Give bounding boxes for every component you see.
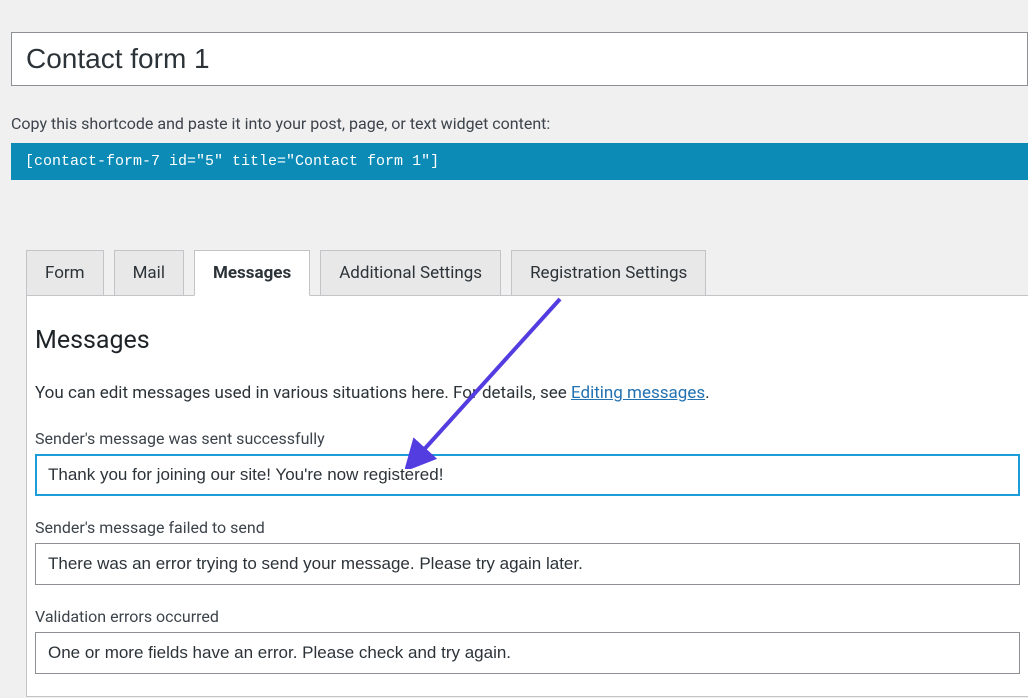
validation-message-label: Validation errors occurred: [35, 607, 1020, 626]
shortcode-display[interactable]: [contact-form-7 id="5" title="Contact fo…: [11, 143, 1028, 180]
panel-description: You can edit messages used in various si…: [35, 383, 1020, 403]
success-message-input[interactable]: [35, 454, 1020, 496]
failed-message-input[interactable]: [35, 543, 1020, 585]
tab-messages[interactable]: Messages: [194, 250, 310, 296]
panel-desc-suffix: .: [705, 383, 709, 403]
tab-additional-settings[interactable]: Additional Settings: [320, 250, 501, 296]
tab-registration-settings[interactable]: Registration Settings: [511, 250, 706, 296]
tab-form[interactable]: Form: [26, 250, 104, 296]
panel-desc-text: You can edit messages used in various si…: [35, 383, 571, 403]
tab-mail[interactable]: Mail: [114, 250, 184, 296]
tab-list: Form Mail Messages Additional Settings R…: [26, 250, 1028, 296]
panel-heading: Messages: [35, 326, 1020, 355]
success-message-label: Sender's message was sent successfully: [35, 429, 1020, 448]
shortcode-instruction: Copy this shortcode and paste it into yo…: [11, 114, 1028, 133]
failed-message-label: Sender's message failed to send: [35, 518, 1020, 537]
validation-message-input[interactable]: [35, 632, 1020, 674]
form-title-input[interactable]: [11, 32, 1028, 86]
messages-panel: Messages You can edit messages used in v…: [26, 295, 1028, 697]
editing-messages-link[interactable]: Editing messages: [571, 383, 705, 403]
